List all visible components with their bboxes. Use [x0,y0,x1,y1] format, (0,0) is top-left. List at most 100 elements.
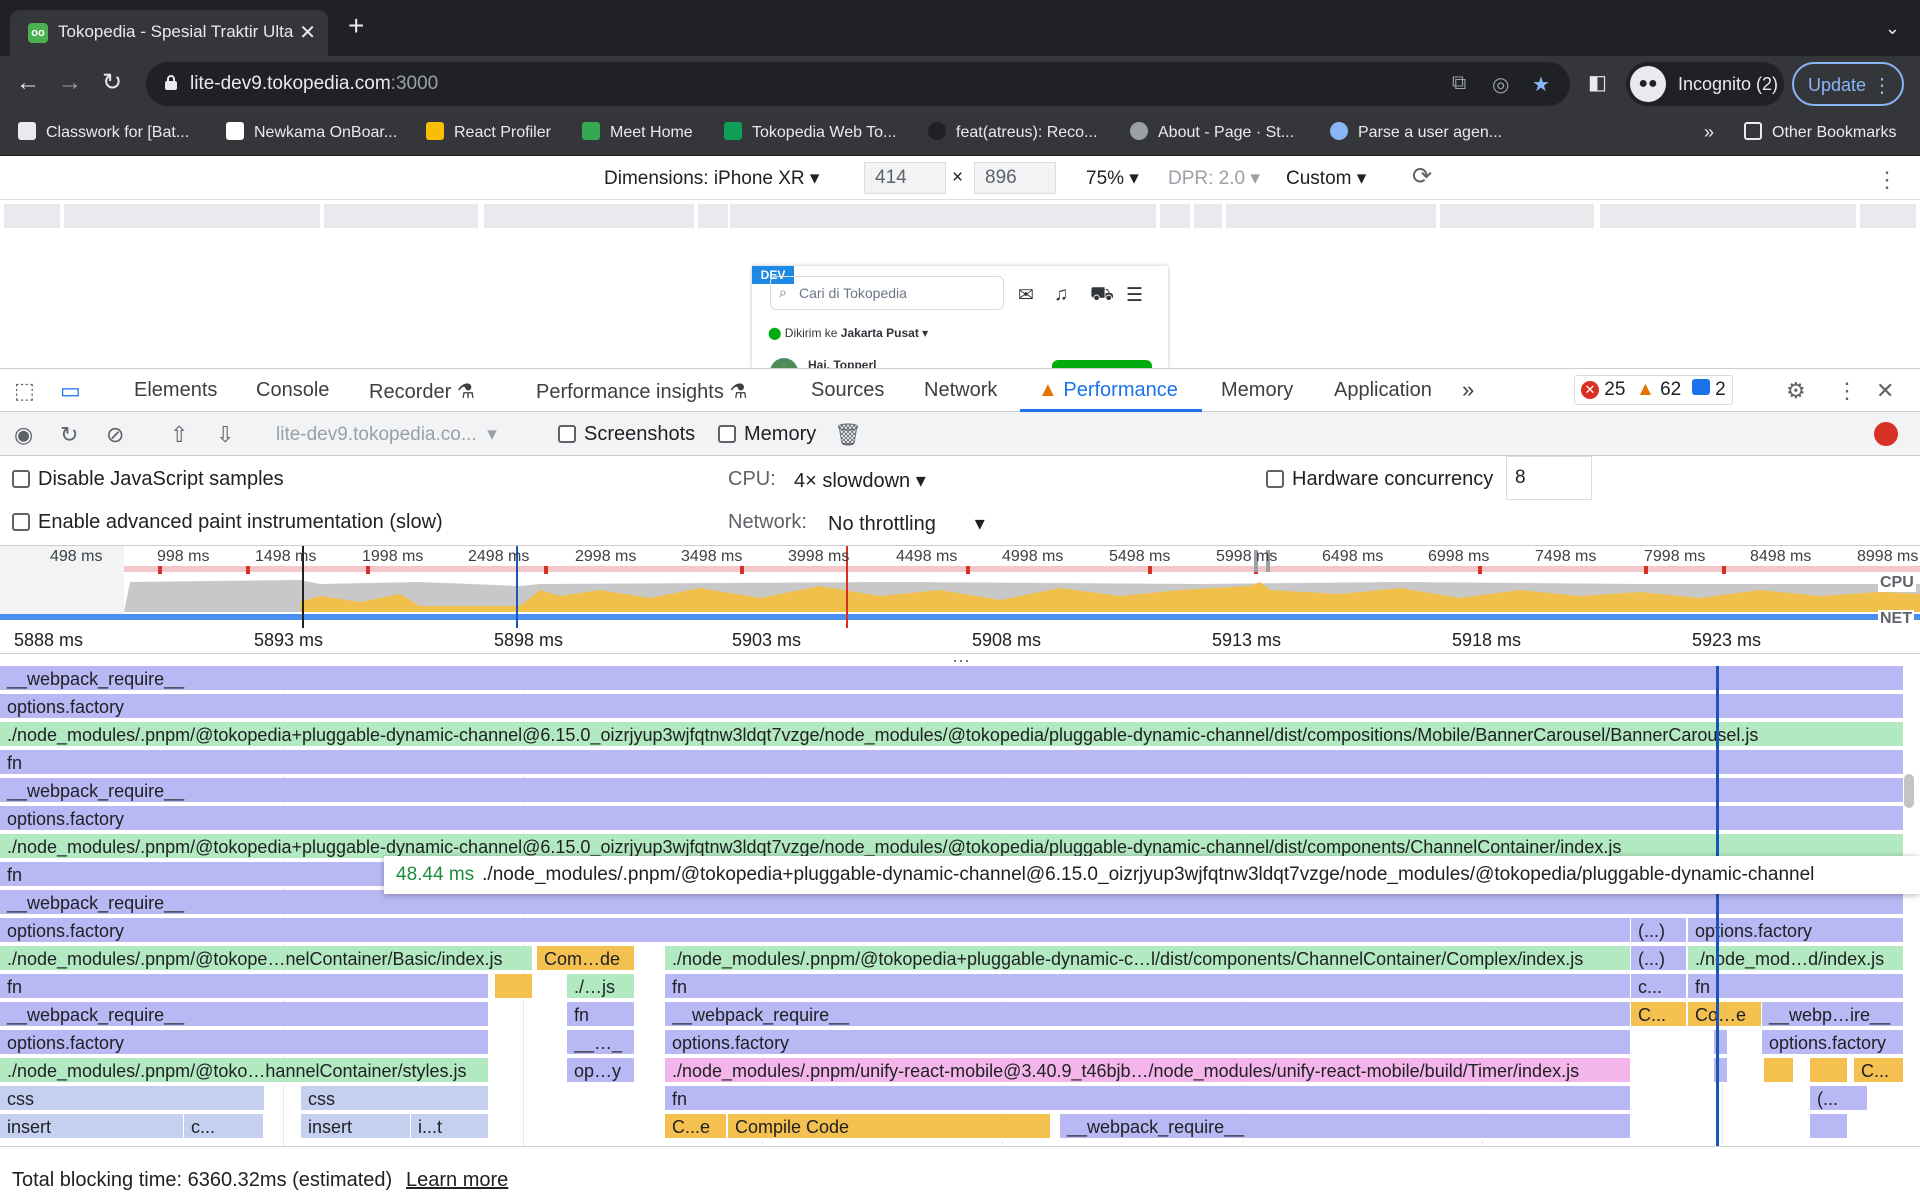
media-query-segment[interactable] [324,204,478,228]
hardware-concurrency-checkbox[interactable]: Hardware concurrency [1266,468,1493,491]
flame-entry[interactable]: options.factory [665,1030,1631,1056]
flame-entry[interactable]: options.factory [0,806,1904,832]
close-devtools-icon[interactable]: ✕ [1876,378,1894,404]
media-query-segment[interactable] [64,204,320,228]
flame-entry[interactable]: ./node_modules/.pnpm/@toko…hannelContain… [0,1058,489,1084]
new-tab-icon[interactable]: + [348,12,364,40]
flame-entry[interactable]: ./node_mod…d/index.js [1688,946,1904,972]
forward-arrow-icon[interactable]: → [58,70,82,96]
dpr-select[interactable]: DPR: 2.0 ▾ [1168,167,1260,190]
tab-performance-insights[interactable]: Performance insights ⚗ [536,379,747,404]
flame-entry[interactable]: __webpack_require__ [0,1002,489,1028]
flame-entry[interactable]: __webpack_require__ [665,1002,1631,1028]
bookmark-item[interactable]: Meet Home [582,122,693,142]
media-query-segment[interactable] [1226,204,1436,228]
flame-entry[interactable] [1810,1114,1848,1140]
flame-entry[interactable]: c... [184,1114,264,1140]
tab-close-icon[interactable]: ✕ [299,20,316,45]
update-button[interactable]: Update ⋮ [1792,62,1904,106]
advanced-paint-checkbox[interactable]: Enable advanced paint instrumentation (s… [12,511,443,534]
clear-icon[interactable]: ⊘ [106,422,124,448]
flame-entry[interactable] [1810,1058,1848,1084]
flame-entry[interactable]: fn [0,974,489,1000]
flame-entry[interactable]: i...t [411,1114,489,1140]
media-query-segment[interactable] [1194,204,1222,228]
flame-entry[interactable]: (... [1810,1086,1868,1112]
flame-entry[interactable]: __webp…ire__ [1762,1002,1904,1028]
media-query-segment[interactable] [1440,204,1594,228]
hardware-concurrency-input[interactable]: 8 [1506,456,1592,500]
other-bookmarks[interactable]: Other Bookmarks [1744,122,1896,142]
device-toggle-icon[interactable]: ▭ [60,378,81,404]
bookmark-star-icon[interactable]: ★ [1532,72,1550,97]
flame-entry[interactable]: __…_ [567,1030,635,1056]
disable-js-samples-checkbox[interactable]: Disable JavaScript samples [12,468,284,491]
flame-entry[interactable]: options.factory [1688,918,1904,944]
incognito-badge[interactable]: ●● Incognito (2) [1626,62,1784,106]
browser-tab[interactable]: oo Tokopedia - Spesial Traktir Ulta ✕ [10,10,328,56]
delivery-location[interactable]: ⬤ Dikirim ke Jakarta Pusat ▾ [768,326,928,340]
devtools-menu-icon[interactable]: ⋮ [1836,378,1858,404]
tab-application[interactable]: Application [1334,379,1432,402]
tab-recorder[interactable]: Recorder ⚗ [369,379,475,404]
mail-icon[interactable]: ✉ [1018,284,1034,307]
tab-memory[interactable]: Memory [1221,379,1293,402]
tab-network[interactable]: Network [924,379,997,402]
media-query-segment[interactable] [1160,204,1190,228]
throttle-select[interactable]: Custom ▾ [1286,167,1366,190]
recording-select[interactable]: lite-dev9.tokopedia.co... ▾ [276,423,497,446]
bookmark-item[interactable]: Parse a user agen... [1330,122,1502,142]
flame-entry[interactable]: ./node_modules/.pnpm/@tokopedia+pluggabl… [665,946,1631,972]
flame-entry[interactable]: css [0,1086,265,1112]
tab-search-chevron-icon[interactable]: ⌄ [1885,18,1900,39]
media-query-segment[interactable] [484,204,694,228]
media-query-segment[interactable] [1860,204,1916,228]
capture-settings-gear-icon[interactable] [1874,422,1898,446]
flame-entry[interactable]: fn [0,750,1904,776]
load-profile-icon[interactable]: ⇧ [170,422,188,448]
tab-elements[interactable]: Elements [134,379,217,402]
flame-entry[interactable]: ./node_modules/.pnpm/@tokope…nelContaine… [0,946,533,972]
flame-entry[interactable]: op…y [567,1058,635,1084]
flame-entry[interactable]: Com…de [537,946,635,972]
flame-entry[interactable]: fn [1688,974,1904,1000]
tab-console[interactable]: Console [256,379,329,402]
flame-entry[interactable] [1764,1058,1794,1084]
flame-entry[interactable]: Compile Code [728,1114,1051,1140]
green-cta-button[interactable] [1052,360,1152,368]
flame-entry[interactable]: (...) [1631,946,1687,972]
flame-entry[interactable]: Co…e [1688,1002,1762,1028]
bookmark-item[interactable]: About - Page · St... [1130,122,1294,142]
bookmark-item[interactable]: Newkama OnBoar... [226,122,397,142]
translate-icon[interactable]: ⧉ [1452,72,1466,95]
device-select[interactable]: Dimensions: iPhone XR ▾ [604,167,819,190]
browser-menu-icon[interactable]: ⋮ [1872,73,1892,98]
memory-checkbox[interactable]: Memory [718,423,816,446]
bookmark-item[interactable]: feat(atreus): Reco... [928,122,1097,142]
height-input[interactable]: 896 [974,162,1056,194]
back-arrow-icon[interactable]: ← [16,70,40,96]
flame-chart[interactable]: __webpack_require__ options.factory ./node… [0,666,1920,1146]
flame-entry[interactable]: C... [1854,1058,1904,1084]
settings-gear-icon[interactable]: ⚙ [1786,378,1806,404]
flame-entry[interactable]: C... [1631,1002,1687,1028]
media-query-segment[interactable] [4,204,60,228]
bookmarks-overflow-icon[interactable]: » [1704,122,1714,143]
learn-more-link[interactable]: Learn more [406,1169,508,1192]
tab-performance[interactable]: ▲ Performance [1038,379,1178,402]
flame-entry[interactable]: options.factory [0,1030,489,1056]
side-panel-icon[interactable]: ◧ [1588,70,1607,96]
record-icon[interactable]: ◉ [14,422,33,448]
cart-icon[interactable]: ⛟ [1090,284,1114,308]
media-query-segment[interactable] [1600,204,1856,228]
save-profile-icon[interactable]: ⇩ [216,422,234,448]
bookmark-item[interactable]: Tokopedia Web To... [724,122,896,142]
media-query-segment[interactable] [730,204,1156,228]
flame-entry[interactable]: ./node_modules/.pnpm/unify-react-mobile@… [665,1058,1631,1084]
flame-entry[interactable]: options.factory [0,918,1631,944]
garbage-collect-icon[interactable]: 🗑 [834,422,862,448]
flame-entry[interactable]: fn [665,974,1631,1000]
flame-entry[interactable]: __webpack_require__ [0,666,1904,692]
reload-record-icon[interactable]: ↻ [60,422,78,448]
flame-entry[interactable]: options.factory [0,694,1904,720]
